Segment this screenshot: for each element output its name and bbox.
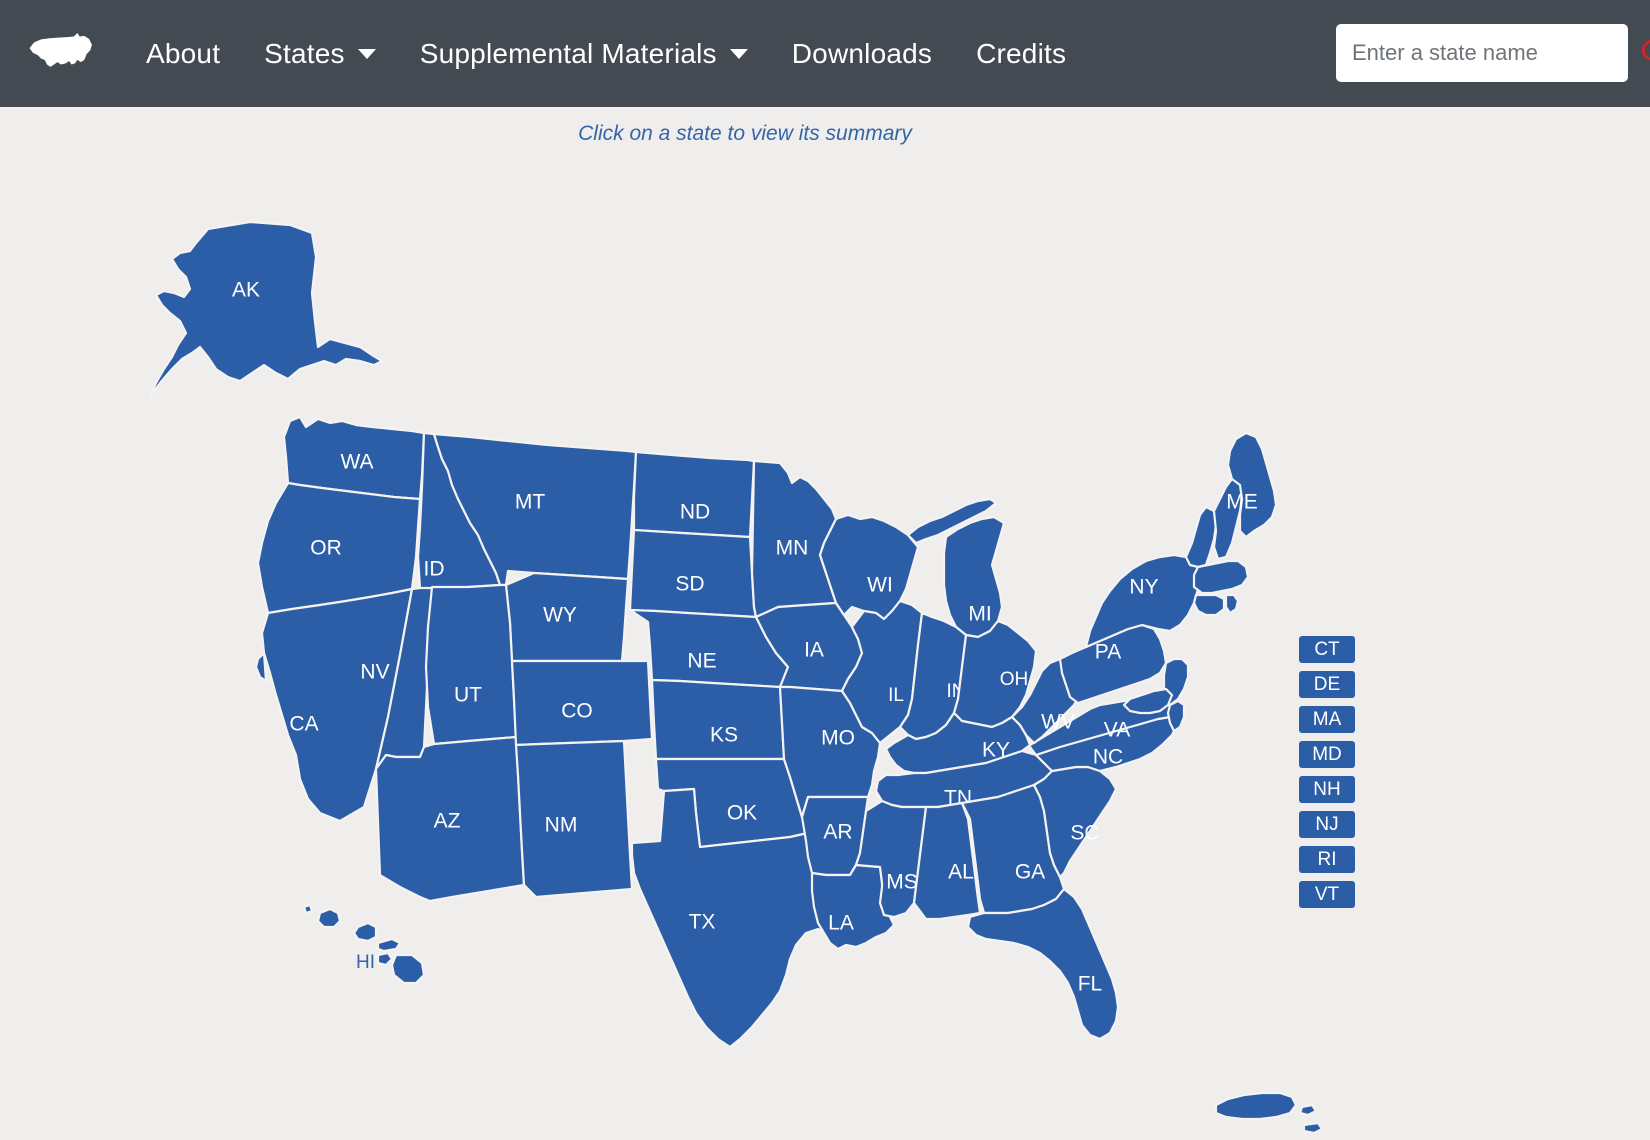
small-state-button-list: CT DE MA MD NH NJ RI VT [1299, 636, 1355, 908]
nav-item-label: Downloads [791, 37, 933, 69]
search-input[interactable] [1352, 40, 1640, 66]
nav-item-label: Supplemental Materials [419, 37, 717, 69]
top-navigation-bar: About States Supplemental Materials Down… [0, 0, 1650, 107]
nav-item-downloads[interactable]: Downloads [770, 32, 954, 76]
nav-item-supplemental-materials[interactable]: Supplemental Materials [398, 32, 770, 76]
state-shape-mn[interactable] [750, 459, 838, 619]
nav-item-label: Credits [976, 37, 1067, 69]
state-shape-vi-2[interactable] [1302, 1121, 1324, 1135]
state-mn[interactable]: MN [750, 459, 838, 619]
state-nm[interactable]: NM [514, 739, 634, 899]
state-shape-ut[interactable] [424, 583, 518, 746]
small-state-button-vt[interactable]: VT [1299, 881, 1355, 908]
usa-map-logo-icon[interactable] [26, 30, 96, 78]
state-search-box[interactable] [1336, 24, 1650, 82]
nav-item-states[interactable]: States [242, 32, 398, 76]
small-state-button-ma[interactable]: MA [1299, 706, 1355, 733]
map-stage: Click on a state to view its summary AK … [0, 107, 1650, 1140]
small-state-button-de[interactable]: DE [1299, 671, 1355, 698]
state-shape-co[interactable] [510, 659, 654, 747]
small-state-button-ri[interactable]: RI [1299, 846, 1355, 873]
search-icon[interactable] [1640, 38, 1650, 68]
puerto-rico-usvi-shapes[interactable] [1214, 1091, 1346, 1140]
state-shape-ri[interactable] [1224, 593, 1240, 615]
nav-item-about[interactable]: About [124, 32, 242, 76]
small-state-button-nh[interactable]: NH [1299, 776, 1355, 803]
state-co[interactable]: CO [510, 659, 654, 747]
state-ks[interactable]: KS [650, 678, 786, 761]
state-shape-nd[interactable] [632, 450, 756, 539]
us-map: AK WA OR CA NV ID MT WY UT AZ CO NM ND S… [148, 220, 1346, 1140]
state-wy[interactable]: WY [504, 571, 630, 663]
state-ak[interactable]: AK [148, 220, 384, 399]
chevron-down-icon [729, 48, 748, 59]
state-ut[interactable]: UT [424, 583, 518, 746]
state-shape-ks[interactable] [650, 678, 786, 761]
chevron-down-icon [357, 48, 376, 59]
state-shape-az[interactable] [374, 735, 526, 903]
state-shape-vi-1[interactable] [1298, 1103, 1318, 1117]
small-state-button-nj[interactable]: NJ [1299, 811, 1355, 838]
nav-item-credits[interactable]: Credits [954, 32, 1088, 76]
state-label-hi: HI [356, 952, 375, 973]
nav-item-label: States [264, 37, 345, 69]
state-shape-ma[interactable] [1192, 559, 1250, 595]
nav-item-label: About [146, 37, 221, 69]
state-shape-vt[interactable] [1184, 505, 1218, 569]
state-shape-nm[interactable] [514, 739, 634, 899]
state-sd[interactable]: SD [628, 528, 758, 619]
state-shape-wy[interactable] [504, 571, 630, 663]
small-state-button-ct[interactable]: CT [1299, 636, 1355, 663]
state-az[interactable]: AZ [374, 735, 526, 903]
state-shape-nh[interactable] [1212, 477, 1244, 561]
state-shape-ak[interactable] [148, 220, 384, 399]
state-shape-ct[interactable] [1192, 593, 1226, 617]
nav-items: About States Supplemental Materials Down… [124, 32, 1088, 76]
small-state-button-md[interactable]: MD [1299, 741, 1355, 768]
state-shape-sd[interactable] [628, 528, 758, 619]
state-shape-pr[interactable] [1214, 1091, 1298, 1121]
state-nd[interactable]: ND [632, 450, 756, 539]
